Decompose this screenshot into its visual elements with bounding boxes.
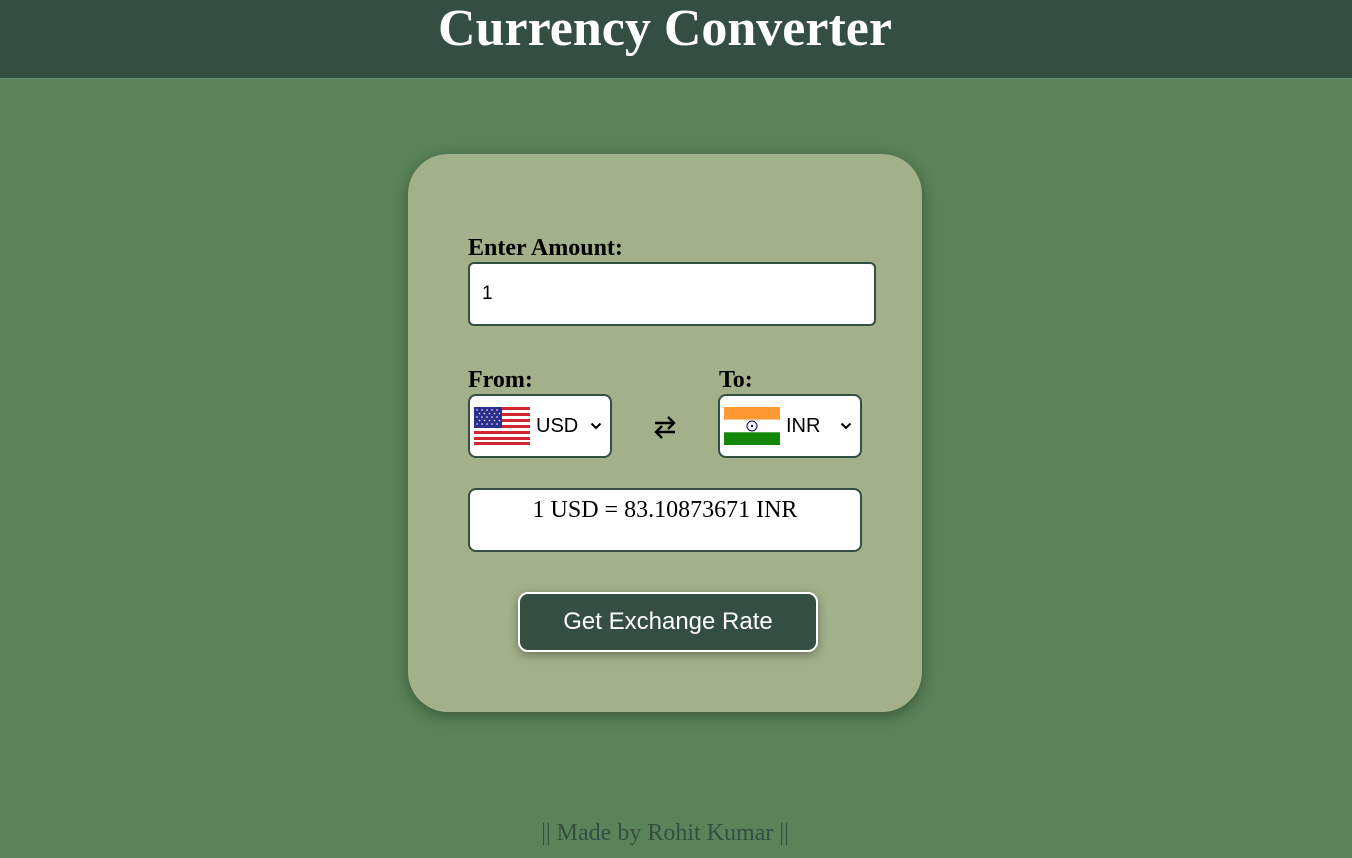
page-header: Currency Converter: [0, 0, 1352, 79]
to-label: To:: [719, 367, 753, 393]
amount-input[interactable]: [468, 262, 876, 326]
from-currency-select[interactable]: USD: [468, 394, 612, 458]
india-flag-icon: [724, 407, 780, 445]
swap-arrows-icon[interactable]: [650, 412, 680, 442]
chevron-down-icon: [840, 422, 852, 430]
from-currency-value: USD: [536, 415, 579, 437]
to-currency-select[interactable]: INR: [718, 394, 862, 458]
amount-label: Enter Amount:: [468, 235, 623, 261]
us-flag-icon: [474, 407, 530, 445]
footer-credit: || Made by Rohit Kumar ||: [541, 820, 789, 846]
chevron-down-icon: [590, 422, 602, 430]
page-title: Currency Converter: [438, 0, 892, 57]
to-currency-value: INR: [786, 415, 821, 437]
get-exchange-rate-button[interactable]: Get Exchange Rate: [518, 592, 818, 652]
from-label: From:: [468, 367, 533, 393]
exchange-rate-result: 1 USD = 83.10873671 INR: [468, 488, 862, 552]
